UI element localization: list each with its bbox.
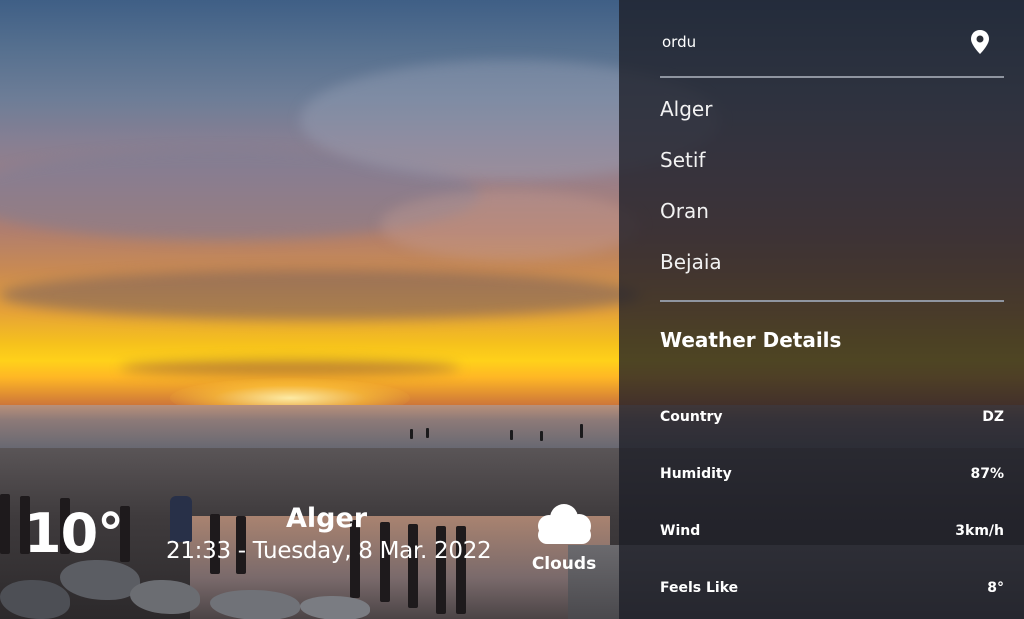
detail-row-feels-like: Feels Like 8° [660,559,1004,616]
groyne-post [0,494,10,554]
weather-details-title: Weather Details [660,328,842,352]
person-silhouette [426,428,429,438]
cloud [0,270,640,320]
current-condition: Clouds [530,502,598,574]
detail-row-country: Country DZ [660,388,1004,445]
detail-value: DZ [982,408,1004,425]
current-temperature: 10° [24,502,124,565]
detail-label: Country [660,408,723,425]
city-list-item[interactable]: Bejaia [660,239,1004,290]
detail-row-humidity: Humidity 87% [660,445,1004,502]
detail-value: 3km/h [955,522,1004,539]
cloud [120,360,460,376]
detail-label: Wind [660,522,701,539]
rock [300,596,370,619]
city-search-input[interactable] [660,26,964,58]
cloud [380,190,640,260]
city-list-item[interactable]: Alger [660,86,1004,137]
city-list: Alger Setif Oran Bejaia [660,78,1004,302]
search-bar [660,0,1004,78]
detail-value: 8° [987,579,1004,596]
person-silhouette [540,431,543,441]
rock [210,590,300,619]
weather-app: 10° Alger 21:33 - Tuesday, 8 Mar. 2022 C… [0,0,1024,619]
person-silhouette [580,424,583,438]
cloud-icon [533,504,595,550]
current-datetime: 21:33 - Tuesday, 8 Mar. 2022 [166,538,492,564]
current-location-block: Alger 21:33 - Tuesday, 8 Mar. 2022 [166,502,492,566]
map-pin-icon [968,30,992,60]
side-panel: Alger Setif Oran Bejaia Weather Details … [619,0,1024,619]
city-list-item[interactable]: Oran [660,188,1004,239]
city-list-item[interactable]: Setif [660,137,1004,188]
current-city-name: Alger [286,503,368,534]
person-silhouette [410,429,413,439]
condition-label: Clouds [531,554,597,574]
detail-value: 87% [970,465,1004,482]
detail-label: Humidity [660,465,732,482]
detail-row-wind: Wind 3km/h [660,502,1004,559]
person-silhouette [510,430,513,440]
detail-label: Feels Like [660,579,739,596]
location-button[interactable] [968,28,992,56]
